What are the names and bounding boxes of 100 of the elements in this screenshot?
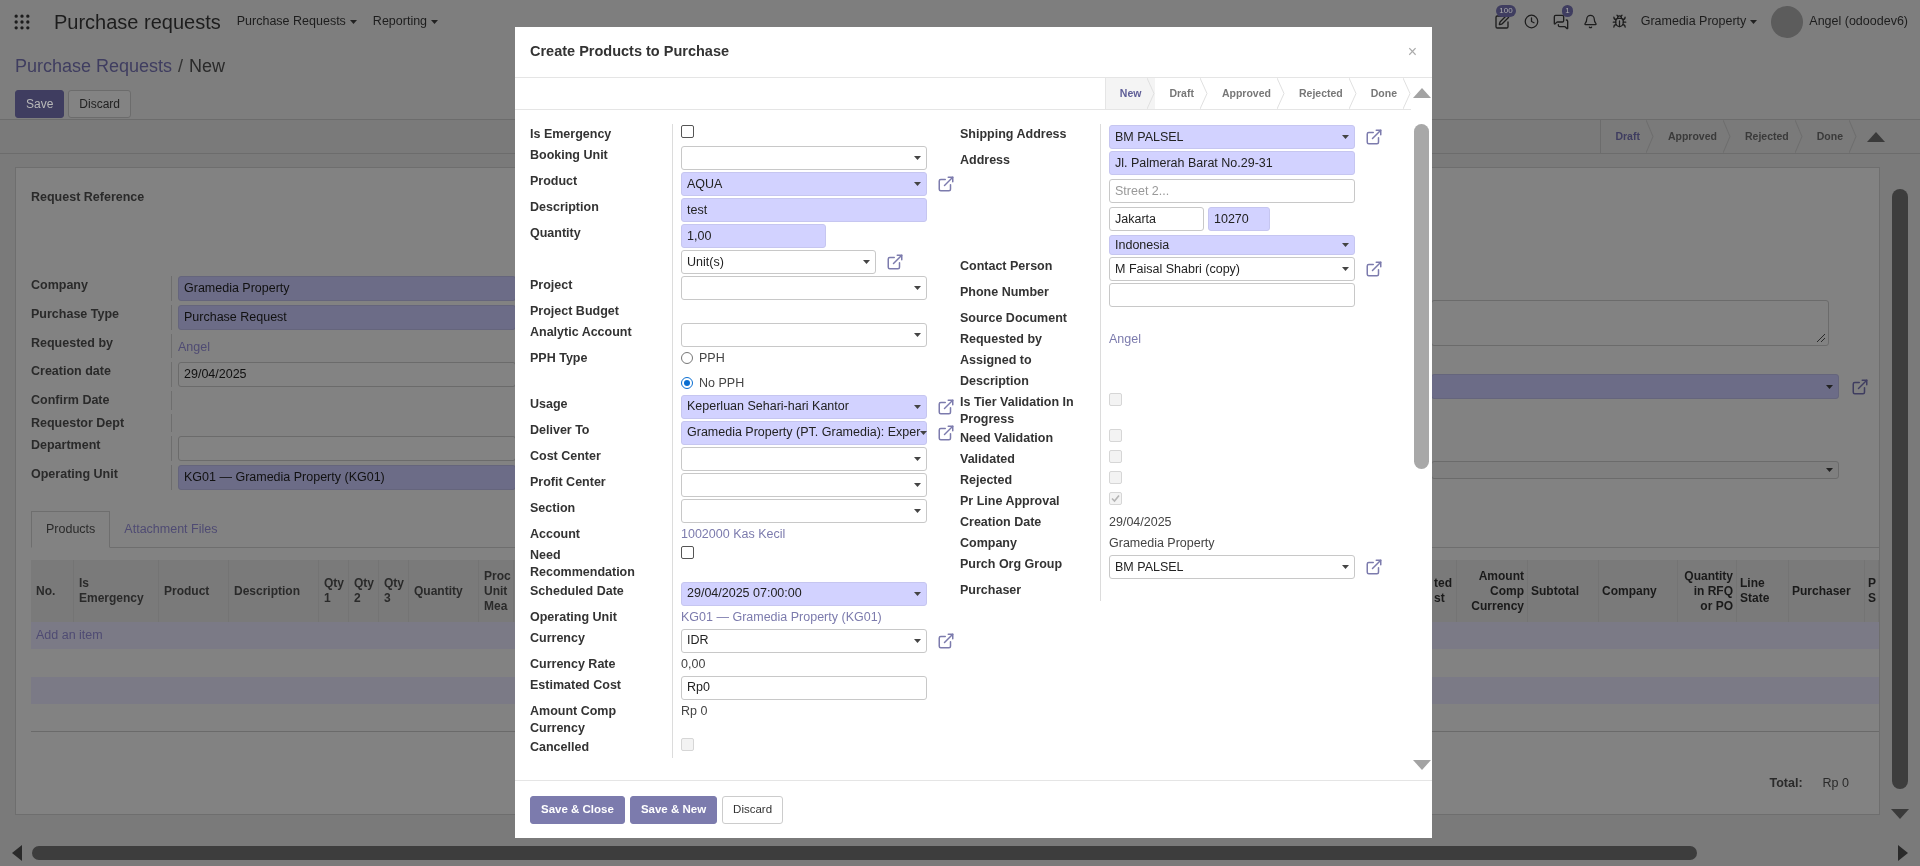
link-value[interactable]: 1002000 Kas Kecil (681, 524, 786, 544)
input-field[interactable] (1109, 283, 1355, 307)
status-step[interactable]: Done (1802, 120, 1857, 153)
user-name[interactable]: Angel (odoodev6) (1809, 12, 1908, 31)
field-label: Source Document (960, 310, 1068, 327)
discard-button[interactable]: Discard (722, 795, 784, 824)
field-label: Scheduled Date (530, 582, 625, 600)
select-field[interactable]: IDR (681, 628, 927, 653)
status-step[interactable]: New (1105, 78, 1156, 109)
radio-button[interactable] (681, 377, 693, 390)
link-value[interactable]: Angel (1109, 330, 1141, 349)
scrollbar-thumb[interactable] (1414, 124, 1429, 469)
input-field[interactable]: Rp0 (681, 675, 927, 700)
menu-dropdown[interactable]: Reporting (372, 12, 439, 31)
street-field[interactable]: Jl. Palmerah Barat No.29-31 (1109, 151, 1355, 175)
status-step[interactable]: Approved (1653, 120, 1731, 153)
select-field[interactable] (681, 276, 927, 300)
select-field[interactable] (681, 446, 927, 471)
select-field[interactable]: BM PALSEL (1109, 555, 1355, 579)
breadcrumb-link[interactable]: Purchase Requests (15, 53, 173, 80)
field-label: Account (530, 525, 581, 543)
menu-dropdown[interactable]: Purchase Requests (236, 12, 357, 31)
external-link-icon[interactable] (1365, 558, 1383, 576)
status-step[interactable]: Rejected (1284, 78, 1357, 109)
radio-label: PPH (699, 350, 725, 367)
scroll-up-arrow-icon[interactable] (1867, 131, 1885, 142)
select-field[interactable] (1431, 461, 1839, 479)
scrollbar-thumb[interactable] (1892, 189, 1908, 789)
scroll-down-arrow-icon[interactable] (1891, 809, 1909, 819)
select-field[interactable] (681, 146, 927, 170)
select-field[interactable]: M Faisal Shabri (copy) (1109, 257, 1355, 281)
field-label: Purch Org Group (960, 556, 1064, 573)
input-field[interactable] (178, 436, 516, 462)
external-link-icon[interactable] (937, 175, 955, 193)
city-field[interactable]: Jakarta (1109, 207, 1204, 231)
bug-icon[interactable] (1611, 14, 1627, 29)
field-label: Rejected (960, 472, 1014, 489)
external-link-icon[interactable] (937, 423, 955, 442)
select-field[interactable] (681, 472, 927, 497)
field-label: Quantity (530, 225, 582, 242)
input-field[interactable]: 1,00 (681, 224, 826, 248)
checkbox[interactable] (681, 545, 694, 559)
external-link-icon[interactable] (1365, 128, 1383, 146)
select-field[interactable]: KG01 — Gramedia Property (KG01) (178, 465, 516, 491)
breadcrumb-separator: / (178, 55, 184, 78)
field-label: Company (960, 535, 1018, 552)
scroll-left-arrow-icon[interactable] (12, 845, 22, 861)
external-link-icon[interactable] (1365, 260, 1383, 278)
save-button[interactable]: Save (15, 90, 65, 118)
edit-icon[interactable] (1493, 13, 1510, 30)
link-value[interactable]: KG01 — Gramedia Property (KG01) (681, 607, 882, 627)
discard-button[interactable]: Discard (68, 90, 132, 118)
field-label: Operating Unit (31, 466, 119, 484)
status-step[interactable]: Done (1356, 78, 1411, 109)
external-link-icon[interactable] (1851, 377, 1869, 396)
clock-icon[interactable] (1523, 14, 1539, 29)
caret-icon (1826, 468, 1833, 472)
select-field[interactable]: Gramedia Property (178, 275, 516, 301)
status-step[interactable]: Approved (1207, 78, 1285, 109)
external-link-icon[interactable] (937, 631, 955, 650)
radio-button[interactable] (681, 352, 693, 365)
select-field[interactable] (681, 498, 927, 523)
chat-icon[interactable] (1552, 13, 1569, 30)
status-step[interactable]: Rejected (1730, 120, 1803, 153)
select-field[interactable]: Purchase Request (178, 304, 516, 330)
scroll-right-arrow-icon[interactable] (1898, 845, 1908, 861)
scrollbar-thumb[interactable] (32, 846, 1697, 860)
select-field[interactable]: Unit(s) (681, 250, 876, 274)
field-label: Amount Comp Currency (530, 702, 618, 737)
caret-icon (914, 638, 921, 643)
select-field[interactable]: 29/04/2025 07:00:00 (681, 581, 927, 606)
scroll-up-arrow-icon[interactable] (1412, 88, 1431, 98)
status-step[interactable]: Draft (1155, 78, 1208, 109)
caret-icon (914, 333, 921, 337)
select-field[interactable]: Keperluan Sehari-hari Kantor (681, 394, 927, 419)
external-link-icon[interactable] (937, 397, 955, 416)
select-field[interactable] (1431, 374, 1839, 399)
bell-icon[interactable] (1582, 14, 1598, 29)
company-dropdown[interactable]: Gramedia Property (1640, 12, 1758, 31)
external-link-icon[interactable] (886, 253, 904, 271)
input-field[interactable]: test (681, 198, 927, 222)
select-field[interactable]: AQUA (681, 172, 927, 196)
select-field[interactable]: Gramedia Property (PT. Gramedia): Exper (681, 420, 927, 445)
caret-icon (863, 260, 870, 264)
checkbox[interactable] (681, 125, 694, 138)
primary-button[interactable]: Save & New (629, 795, 718, 824)
caret-icon (914, 508, 921, 513)
resize-handle-icon[interactable] (1817, 334, 1825, 342)
country-select[interactable]: Indonesia (1109, 235, 1355, 255)
primary-button[interactable]: Save & Close (530, 795, 625, 824)
field-value: 29/04/2025 (1109, 514, 1172, 531)
zip-field[interactable]: 10270 (1208, 207, 1270, 231)
select-field[interactable] (681, 323, 927, 347)
count-badge: 1 (1562, 4, 1573, 17)
tab[interactable]: Products (31, 511, 111, 548)
input-field[interactable]: 29/04/2025 (178, 361, 516, 387)
street2-field[interactable]: Street 2... (1109, 179, 1355, 203)
close-button[interactable]: × (1407, 40, 1417, 64)
scroll-down-arrow-icon[interactable] (1412, 760, 1431, 770)
select-field[interactable]: BM PALSEL (1109, 125, 1355, 149)
